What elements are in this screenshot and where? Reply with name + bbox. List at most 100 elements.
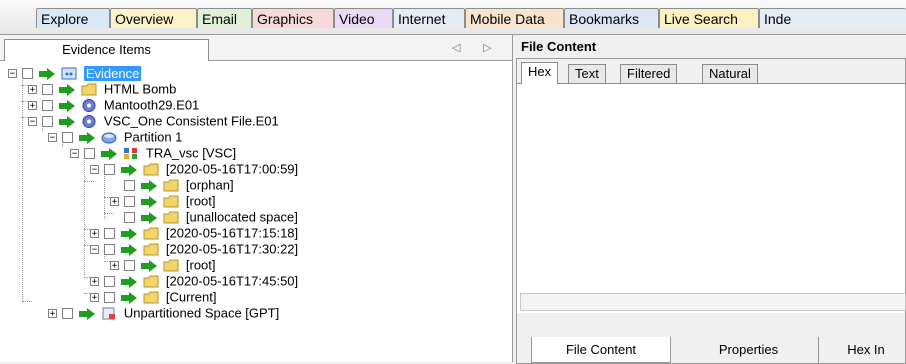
checkbox[interactable] [124, 260, 135, 272]
tree-item-root[interactable]: + [root] [110, 193, 216, 209]
green-flag-icon [38, 67, 55, 80]
tab-index[interactable]: Inde [759, 8, 906, 28]
checkbox[interactable] [124, 196, 135, 208]
tab-video[interactable]: Video [334, 8, 393, 28]
partition-icon [101, 131, 117, 144]
checkbox[interactable] [42, 84, 53, 96]
expand-icon[interactable]: + [90, 293, 99, 303]
expand-icon[interactable]: + [110, 261, 119, 271]
tab-bookmarks[interactable]: Bookmarks [564, 8, 659, 28]
green-flag-icon [120, 275, 137, 288]
tree-item-label: Evidence [83, 65, 142, 81]
green-flag-icon [58, 99, 75, 112]
horizontal-scrollbar[interactable] [520, 293, 906, 311]
tree-item-orphan[interactable]: [orphan] [110, 177, 234, 193]
tree-item-label: [2020-05-16T17:15:18] [165, 225, 299, 241]
tree-item-label: Unpartitioned Space [GPT] [123, 305, 280, 321]
green-flag-icon [120, 227, 137, 240]
expand-icon[interactable]: + [28, 85, 37, 95]
checkbox[interactable] [104, 228, 115, 240]
expand-icon[interactable]: + [28, 101, 37, 111]
tab-evidence-items[interactable]: Evidence Items [4, 39, 209, 61]
checkbox[interactable] [104, 164, 115, 176]
tab-overview[interactable]: Overview [110, 8, 197, 28]
folder-icon [143, 227, 159, 240]
tree-item-label: VSC_One Consistent File.E01 [103, 113, 279, 129]
tab-internet[interactable]: Internet [393, 8, 465, 28]
expand-icon[interactable]: + [48, 309, 57, 319]
collapse-icon[interactable]: − [48, 133, 57, 143]
tree-item-current[interactable]: + [Current] [90, 289, 216, 305]
tree-item-label: TRA_vsc [VSC] [145, 145, 237, 161]
checkbox[interactable] [42, 100, 53, 112]
checkbox[interactable] [42, 116, 53, 128]
checkbox[interactable] [84, 148, 95, 160]
collapse-icon[interactable]: − [90, 165, 99, 175]
checkbox[interactable] [104, 244, 115, 256]
tab-text[interactable]: Text [568, 64, 606, 83]
evidence-icon [61, 67, 77, 80]
green-flag-icon [58, 115, 75, 128]
nav-prev-icon[interactable]: ◁ [452, 39, 460, 57]
green-flag-icon [78, 131, 95, 144]
green-flag-icon [140, 195, 157, 208]
file-content-pane: File Content Hex Text Filtered Natural F… [513, 35, 906, 364]
tree-item-label: [2020-05-16T17:45:50] [165, 273, 299, 289]
tree-item-unpartitioned-space[interactable]: + Unpartitioned Space [GPT] [48, 305, 279, 321]
tab-graphics[interactable]: Graphics [252, 8, 334, 28]
tab-hex-interpreter[interactable]: Hex In [827, 337, 905, 363]
expand-icon[interactable]: + [110, 197, 119, 207]
collapse-icon[interactable]: − [28, 117, 37, 127]
checkbox[interactable] [62, 308, 73, 320]
collapse-icon[interactable]: − [70, 149, 79, 159]
tree-item-root[interactable]: + [root] [110, 257, 216, 273]
top-tab-bar: Explore Overview Email Graphics Video In… [0, 0, 906, 35]
tree-item-label: [2020-05-16T17:30:22] [165, 241, 299, 257]
expand-icon[interactable]: + [90, 229, 99, 239]
tab-live-search[interactable]: Live Search [659, 8, 759, 28]
tab-hex[interactable]: Hex [521, 62, 559, 84]
collapse-icon[interactable]: − [90, 245, 99, 255]
checkbox[interactable] [104, 292, 115, 304]
checkbox[interactable] [22, 68, 33, 80]
nav-next-icon[interactable]: ▷ [483, 39, 491, 57]
expand-icon[interactable]: + [90, 277, 99, 287]
checkbox[interactable] [62, 132, 73, 144]
green-flag-icon [140, 179, 157, 192]
tree-item-tra-vsc[interactable]: − TRA_vsc [VSC] [70, 145, 236, 161]
tree-item-label: [Current] [165, 289, 217, 305]
tab-filtered[interactable]: Filtered [620, 64, 678, 83]
tab-natural[interactable]: Natural [702, 64, 758, 83]
tree-item-label: HTML Bomb [103, 81, 177, 97]
tree-item-html-bomb[interactable]: + HTML Bomb [28, 81, 176, 97]
tree-item-partition-1[interactable]: − Partition 1 [48, 129, 182, 145]
folder-icon [143, 163, 159, 176]
tree-item-snapshot-173022[interactable]: − [2020-05-16T17:30:22] [90, 241, 298, 257]
vsc-icon [123, 147, 139, 160]
folder-icon [81, 83, 97, 96]
tree-item-snapshot-170059[interactable]: − [2020-05-16T17:00:59] [90, 161, 298, 177]
green-flag-icon [140, 259, 157, 272]
tree-item-snapshot-174550[interactable]: + [2020-05-16T17:45:50] [90, 273, 298, 289]
collapse-icon[interactable]: − [8, 69, 17, 79]
checkbox[interactable] [124, 212, 135, 224]
tree-item-unallocated-space[interactable]: [unallocated space] [110, 209, 298, 225]
disk-image-icon [81, 99, 97, 113]
folder-icon [163, 211, 179, 224]
folder-icon [143, 275, 159, 288]
tab-explore[interactable]: Explore [36, 8, 110, 28]
evidence-tree: − Evidence + HTML Bomb + Mantooth29.E01 [0, 61, 512, 361]
tree-item-mantooth29[interactable]: + Mantooth29.E01 [28, 97, 199, 113]
tree-item-vsc-one[interactable]: − VSC_One Consistent File.E01 [28, 113, 279, 129]
content-view-tabs: Hex Text Filtered Natural [517, 59, 905, 84]
tree-item-snapshot-171518[interactable]: + [2020-05-16T17:15:18] [90, 225, 298, 241]
tab-mobile-data[interactable]: Mobile Data [465, 8, 564, 28]
checkbox[interactable] [124, 180, 135, 192]
tab-properties[interactable]: Properties [679, 337, 819, 363]
checkbox[interactable] [104, 276, 115, 288]
green-flag-icon [78, 307, 95, 320]
tab-file-content[interactable]: File Content [531, 337, 671, 363]
tab-email[interactable]: Email [197, 8, 252, 28]
pane-title: File Content [521, 39, 597, 54]
tree-item-evidence[interactable]: − Evidence [8, 65, 142, 81]
